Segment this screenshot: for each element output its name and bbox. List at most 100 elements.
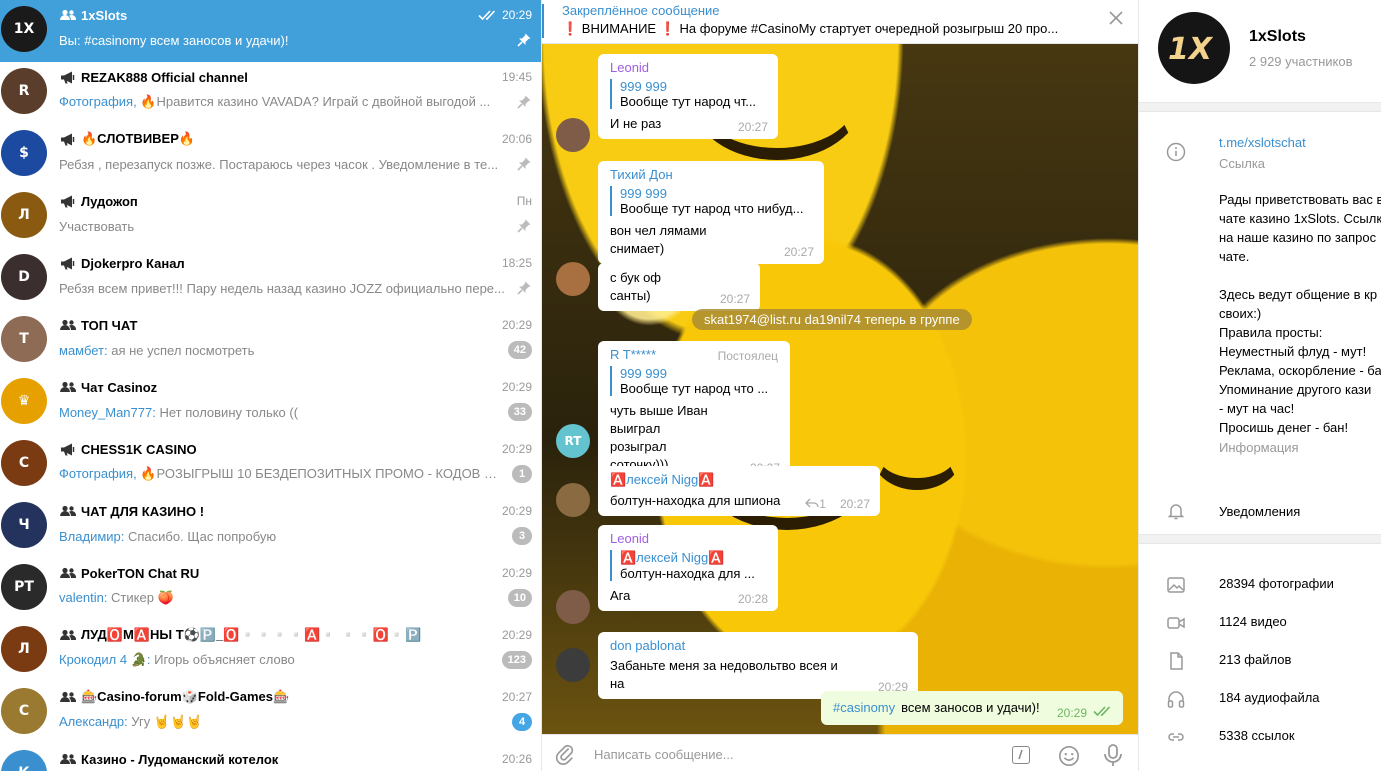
message-time: 20:27 (738, 120, 768, 134)
pin-icon (516, 156, 532, 172)
close-icon[interactable] (1108, 10, 1124, 26)
chat-list-item[interactable]: ♛ Чат Casinoz 20:29 Money_Man777: Нет полов… (0, 372, 541, 434)
chat-name-row: PokerTON Chat RU 20:29 (59, 564, 532, 582)
chat-time: 20:26 (502, 752, 532, 766)
chat-list-item[interactable]: 1X 1xSlots 20:29 Вы: #casinomy всем заносов… (0, 0, 541, 62)
group-avatar[interactable]: 1X (1158, 12, 1230, 84)
reply-author: 999 999 (620, 79, 667, 94)
chat-preview-row: Money_Man777: Нет половину только ((33 (59, 403, 532, 421)
chat-list-item[interactable]: Л Лудожоп Пн Участвовать (0, 186, 541, 248)
message-time: 20:27 (720, 292, 750, 306)
message-time-value: 20:27 (737, 120, 768, 134)
chat-list-item[interactable]: PT PokerTON Chat RU 20:29 valentin: Стикер … (0, 558, 541, 620)
description-line: Правила просты: (1219, 325, 1323, 340)
message-author[interactable]: Тихий Дон (610, 167, 814, 182)
chat-name: REZAK888 Official channel (81, 69, 248, 85)
chat-avatar: Л (1, 192, 47, 238)
message-author[interactable]: Leonid (610, 60, 768, 75)
chat-list-item[interactable]: C CHESS1K CASINO 20:29 Фотография, 🔥РОЗЫГРЫ… (0, 434, 541, 496)
reply-preview[interactable]: 🅰️лексей Nigg🅰️ болтун-находка для ... (610, 550, 768, 581)
shared-media-row[interactable]: 184 аудиофайла (1139, 679, 1381, 717)
message-bubble[interactable]: 🅰️лексей Nigg🅰️ болтун-находка для шпиона… (598, 466, 880, 516)
commands-icon[interactable] (1012, 746, 1030, 764)
chat-time-value: 20:27 (501, 690, 532, 704)
outgoing-message[interactable]: #casinomy всем заносов и удачи)! 20:29 (821, 691, 1123, 725)
sender-avatar[interactable] (556, 483, 590, 517)
member-role: Постоялец (717, 349, 778, 363)
emoji-icon[interactable] (1058, 745, 1080, 767)
shared-media-row[interactable]: 1124 видео (1139, 603, 1381, 641)
preview-sender: Money_Man777: (59, 404, 160, 420)
shared-media-row[interactable]: 28394 фотографии (1139, 565, 1381, 603)
sender-avatar[interactable] (556, 590, 590, 624)
chat-time: 19:45 (502, 70, 532, 84)
message-author[interactable]: don pablonat (610, 638, 908, 653)
pin-icon (516, 218, 532, 234)
description-line: Реклама, оскорбление - ба (1219, 363, 1381, 378)
chat-preview-row: Вы: #casinomy всем заносов и удачи)! (59, 31, 532, 49)
message-bubble[interactable]: Leonid 999 999 Вообще тут народ чт... И не … (598, 54, 778, 139)
message-author[interactable]: Leonid (610, 531, 768, 546)
reply-preview[interactable]: 999 999 Вообще тут народ что ... (610, 366, 780, 396)
paperclip-icon[interactable] (554, 743, 576, 765)
chat-name-row: ЧАТ ДЛЯ КАЗИНО ! 20:29 (59, 502, 532, 520)
preview-sender: мамбет: (59, 342, 112, 358)
chat-preview: Фотография, 🔥Нравится казино VAVADA? Игр… (59, 94, 508, 110)
notifications-label[interactable]: Уведомления (1219, 504, 1300, 519)
chat-time-value: 20:29 (501, 504, 532, 518)
chat-list-item[interactable]: Т ТОП ЧАТ 20:29 мамбет: ая не успел посмотр… (0, 310, 541, 372)
shared-media-row[interactable]: 5338 ссылок (1139, 717, 1381, 755)
chat-list-item[interactable]: D Djokerpro Канал 18:25 Ребзя всем привет!!… (0, 248, 541, 310)
sender-avatar[interactable] (556, 648, 590, 682)
double-check-icon (1093, 706, 1113, 720)
shared-media-label: 5338 ссылок (1219, 728, 1295, 743)
pinned-message-bar[interactable]: Закреплённое сообщение ❗️ ВНИМАНИЕ ❗️ На… (542, 0, 1138, 44)
preview-text: 🔥РОЗЫГРЫШ 10 БЕЗДЕПОЗИТНЫХ ПРОМО - КОДОВ… (140, 466, 504, 481)
message-bubble[interactable]: Leonid 🅰️лексей Nigg🅰️ болтун-находка для … (598, 525, 778, 611)
chat-preview: Вы: #casinomy всем заносов и удачи)! (59, 33, 508, 48)
description-line: Здесь ведут общение в кр (1219, 287, 1378, 302)
group-icon (59, 628, 77, 642)
message-bubble[interactable]: R T***** Постоялец 999 999 Вообще тут народ… (598, 341, 790, 480)
microphone-icon[interactable] (1102, 743, 1124, 767)
channel-icon (59, 256, 77, 270)
chat-list-item[interactable]: Ч ЧАТ ДЛЯ КАЗИНО ! 20:29 Владимир: Спасибо.… (0, 496, 541, 558)
message-bubble[interactable]: с бук оф санты) 20:27 (598, 263, 760, 311)
preview-text: Спасибо. Щас попробую (128, 528, 277, 544)
unread-badge: 1 (512, 465, 532, 483)
chat-list-item[interactable]: C 🎰Casino-forum🎲Fold-Games🎰 20:27 Александр… (0, 682, 541, 744)
chat-avatar: PT (1, 564, 47, 610)
chat-list-item[interactable]: Л ЛУД🅾️М🅰️НЫ Т⚽️🅿️_🅾️▫️▫️▫️▫️🅰️▫️ ▫️▫️🅾️▫… (0, 620, 541, 682)
message-text-value: вон чел лямами снимает) (610, 223, 707, 256)
sender-avatar[interactable]: RT (556, 424, 590, 458)
chat-avatar: ♛ (1, 378, 47, 424)
message-input[interactable] (594, 741, 994, 767)
channel-icon (59, 194, 77, 208)
message-text-value: болтун-находка для шпиона (610, 493, 781, 508)
channel-icon (59, 132, 77, 146)
info-icon (1166, 142, 1186, 162)
message-bubble[interactable]: Тихий Дон 999 999 Вообще тут народ что ниб… (598, 161, 824, 264)
chat-list-item[interactable]: $ 🔥СЛОТВИВЕР🔥 20:06 Ребзя , перезапуск позж… (0, 124, 541, 186)
reply-preview[interactable]: 999 999 Вообще тут народ что нибуд... (610, 186, 814, 216)
preview-text: Игорь объясняет слово (154, 652, 295, 667)
invite-link[interactable]: t.me/xslotschat (1219, 135, 1306, 150)
group-name: 1xSlots (1249, 28, 1306, 45)
chat-list-item[interactable]: R REZAK888 Official channel 19:45 Фотографи… (0, 62, 541, 124)
shared-media-row[interactable]: 213 файлов (1139, 641, 1381, 679)
reply-preview[interactable]: 999 999 Вообще тут народ чт... (610, 79, 768, 109)
hashtag-link[interactable]: #casinomy (833, 700, 895, 715)
chat-preview-row: Фотография, 🔥Нравится казино VAVADA? Игр… (59, 93, 532, 111)
chat-name-row: 🔥СЛОТВИВЕР🔥 20:06 (59, 130, 532, 148)
chat-avatar: Л (1, 626, 47, 672)
message-author[interactable]: 🅰️лексей Nigg🅰️ (610, 472, 870, 488)
chat-list-item[interactable]: К Казино - Лудоманский котелок 20:26 (0, 744, 541, 771)
sender-avatar[interactable] (556, 118, 590, 152)
chat-preview: Крокодил 4 🐊: Игорь объясняет слово (59, 652, 494, 668)
message-bubble[interactable]: don pablonat Забаньте меня за недовольтво… (598, 632, 918, 699)
member-count[interactable]: 2 929 участников (1249, 54, 1353, 69)
description-line: Просишь денег - бан! (1219, 420, 1349, 435)
sender-avatar[interactable] (556, 262, 590, 296)
reply-count[interactable]: 1 (805, 497, 826, 511)
pinned-title: Закреплённое сообщение (562, 3, 720, 18)
